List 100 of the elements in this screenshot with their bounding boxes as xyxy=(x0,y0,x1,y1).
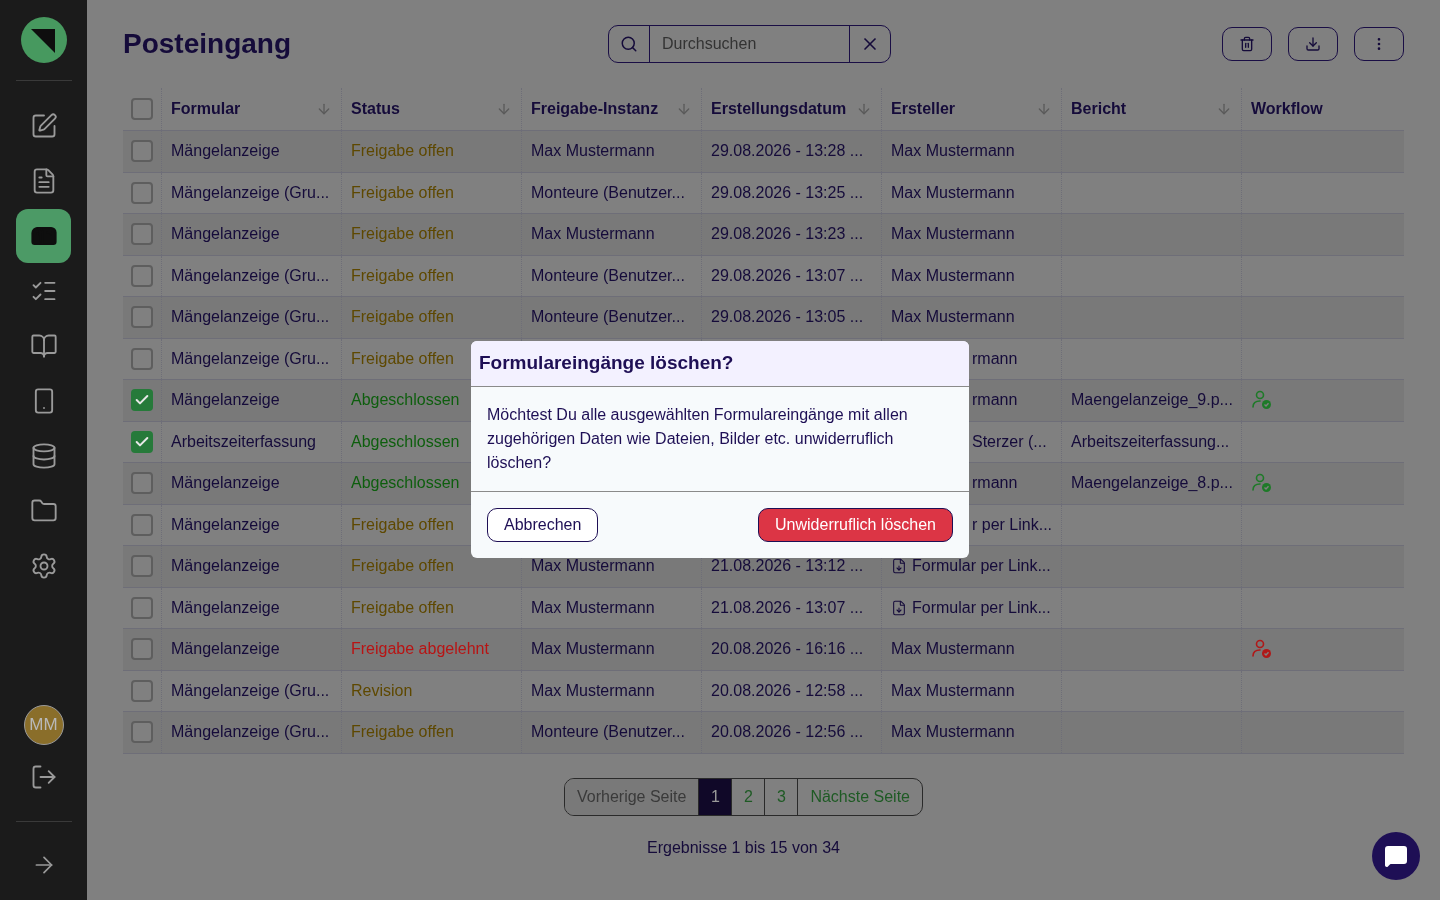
table-cell-text: 29.08.2026 - 13:23 ... xyxy=(711,224,864,245)
status-text: Freigabe offen xyxy=(351,141,454,162)
checkbox[interactable] xyxy=(131,389,153,412)
search-input[interactable]: Durchsuchen xyxy=(650,26,849,62)
sort-icon[interactable] xyxy=(856,101,872,117)
checkbox[interactable] xyxy=(131,98,153,120)
checkbox[interactable] xyxy=(131,721,153,744)
table-cell-text: Arbeitszeiterfassung... xyxy=(1071,431,1230,452)
download-button[interactable] xyxy=(1288,27,1338,61)
page-button[interactable]: 1 xyxy=(698,778,732,815)
table-cell-text: Monteure (Benutzer... xyxy=(531,307,685,328)
table-cell-text: Max Mustermann xyxy=(531,639,655,660)
logo-icon xyxy=(20,17,67,63)
table-cell-text: Max Mustermann xyxy=(531,224,655,245)
column-header[interactable]: Freigabe-Instanz xyxy=(531,97,659,121)
checkbox[interactable] xyxy=(131,679,153,702)
trash-icon xyxy=(1239,36,1255,52)
table-cell-text: 20.08.2026 - 12:58 ... xyxy=(711,680,864,701)
dialog-title: Formulareingänge löschen? xyxy=(479,351,734,376)
chat-button[interactable] xyxy=(1372,832,1420,880)
status-text: Abgeschlossen xyxy=(351,473,460,494)
page-title: Posteingang xyxy=(123,27,292,61)
search-field[interactable]: Durchsuchen xyxy=(608,25,891,63)
table-cell-text: Max Mustermann xyxy=(531,141,655,162)
status-text: Freigabe offen xyxy=(351,514,454,535)
more-button[interactable] xyxy=(1354,27,1404,61)
table-cell-text: Formular per Link... xyxy=(912,597,1051,618)
sort-icon[interactable] xyxy=(1216,101,1232,117)
table-cell-text: Max Mustermann xyxy=(531,680,655,701)
table-cell-text: Max Mustermann xyxy=(891,680,1015,701)
table-cell-text: rmann xyxy=(972,390,1018,411)
status-text: Revision xyxy=(351,680,413,701)
confirm-delete-button[interactable]: Unwiderruflich löschen xyxy=(758,508,953,542)
table-cell-text: Mängelanzeige (Gru... xyxy=(171,348,330,369)
checkbox[interactable] xyxy=(131,472,153,495)
table-cell-text: 21.08.2026 - 13:07 ... xyxy=(711,597,864,618)
status-text: Freigabe offen xyxy=(351,348,454,369)
status-text: Freigabe abgelehnt xyxy=(351,639,489,660)
search-icon xyxy=(620,35,638,53)
checkbox[interactable] xyxy=(131,596,153,619)
table-cell-text: 29.08.2026 - 13:07 ... xyxy=(711,265,864,286)
table-cell-text: Mängelanzeige xyxy=(171,473,280,494)
table-cell-text: Mängelanzeige (Gru... xyxy=(171,307,330,328)
table-cell-text: 29.08.2026 - 13:05 ... xyxy=(711,307,864,328)
status-text: Freigabe offen xyxy=(351,182,454,203)
sort-icon[interactable] xyxy=(1036,101,1052,117)
table-cell-text: Mängelanzeige xyxy=(171,390,280,411)
column-header[interactable]: Bericht xyxy=(1071,97,1127,121)
column-header[interactable]: Status xyxy=(351,97,400,121)
checkbox[interactable] xyxy=(131,306,153,329)
book-icon xyxy=(29,332,58,360)
delete-button[interactable] xyxy=(1222,27,1272,61)
dialog-message: Möchtest Du alle ausgewählten Formulareingänge mit allen zugehörigen Daten wie Dateien, Bilder etc. unwiderruflich löschen? xyxy=(487,405,909,473)
checkbox[interactable] xyxy=(131,223,153,246)
table-cell-text: Maengelanzeige_9.p... xyxy=(1071,390,1233,411)
table-cell-text: Mängelanzeige (Gru... xyxy=(171,182,330,203)
table-cell-text: Max Mustermann xyxy=(891,224,1015,245)
checkbox[interactable] xyxy=(131,347,153,370)
checkbox[interactable] xyxy=(131,181,153,204)
table-cell-text: 21.08.2026 - 13:12 ... xyxy=(711,556,864,577)
table-cell-text: Mängelanzeige (Gru... xyxy=(171,722,330,743)
status-text: Abgeschlossen xyxy=(351,431,460,452)
checkbox[interactable] xyxy=(131,264,153,287)
download-icon xyxy=(1305,36,1321,52)
checkbox[interactable] xyxy=(131,430,153,453)
table-cell-text: Mängelanzeige (Gru... xyxy=(171,680,330,701)
status-text: Freigabe offen xyxy=(351,722,454,743)
sort-icon[interactable] xyxy=(676,101,692,117)
table-cell-text: Max Mustermann xyxy=(891,722,1015,743)
table-cell-text: 20.08.2026 - 12:56 ... xyxy=(711,722,864,743)
table-cell-text: 20.08.2026 - 16:16 ... xyxy=(711,639,864,660)
column-header[interactable]: Erstellungsdatum xyxy=(711,97,847,121)
table-cell-text: Arbeitszeiterfassung xyxy=(171,431,316,452)
status-text: Freigabe offen xyxy=(351,597,454,618)
sort-icon[interactable] xyxy=(496,101,512,117)
sort-icon[interactable] xyxy=(316,101,332,117)
table-cell-text: Monteure (Benutzer... xyxy=(531,722,685,743)
column-header[interactable]: Ersteller xyxy=(891,97,956,121)
table-cell-text: Formular per Link... xyxy=(912,556,1051,577)
checkbox[interactable] xyxy=(131,513,153,536)
checkbox[interactable] xyxy=(131,638,153,661)
table-cell-text: Max Mustermann xyxy=(891,141,1015,162)
table-cell-text: Maengelanzeige_8.p... xyxy=(1071,473,1233,494)
table-cell-text: Max Mustermann xyxy=(891,307,1015,328)
table-cell-text: r per Link... xyxy=(972,514,1053,535)
avatar[interactable]: MM xyxy=(23,705,64,745)
table-cell-text: Mängelanzeige xyxy=(171,514,280,535)
table-cell-text: Monteure (Benutzer... xyxy=(531,182,685,203)
checkbox[interactable] xyxy=(131,140,153,163)
checkbox[interactable] xyxy=(131,555,153,578)
sidebar-item[interactable] xyxy=(16,209,71,263)
status-text: Freigabe offen xyxy=(351,556,454,577)
table-cell-text: 29.08.2026 - 13:28 ... xyxy=(711,141,864,162)
table-cell-text: rmann xyxy=(972,473,1018,494)
cancel-button[interactable]: Abbrechen xyxy=(487,508,599,542)
table-cell-text: Mängelanzeige xyxy=(171,224,280,245)
column-header[interactable]: Workflow xyxy=(1251,97,1323,121)
column-header[interactable]: Formular xyxy=(171,97,241,121)
table-cell-text: Sterzer (... xyxy=(972,431,1047,452)
table-cell-text: 29.08.2026 - 13:25 ... xyxy=(711,182,864,203)
